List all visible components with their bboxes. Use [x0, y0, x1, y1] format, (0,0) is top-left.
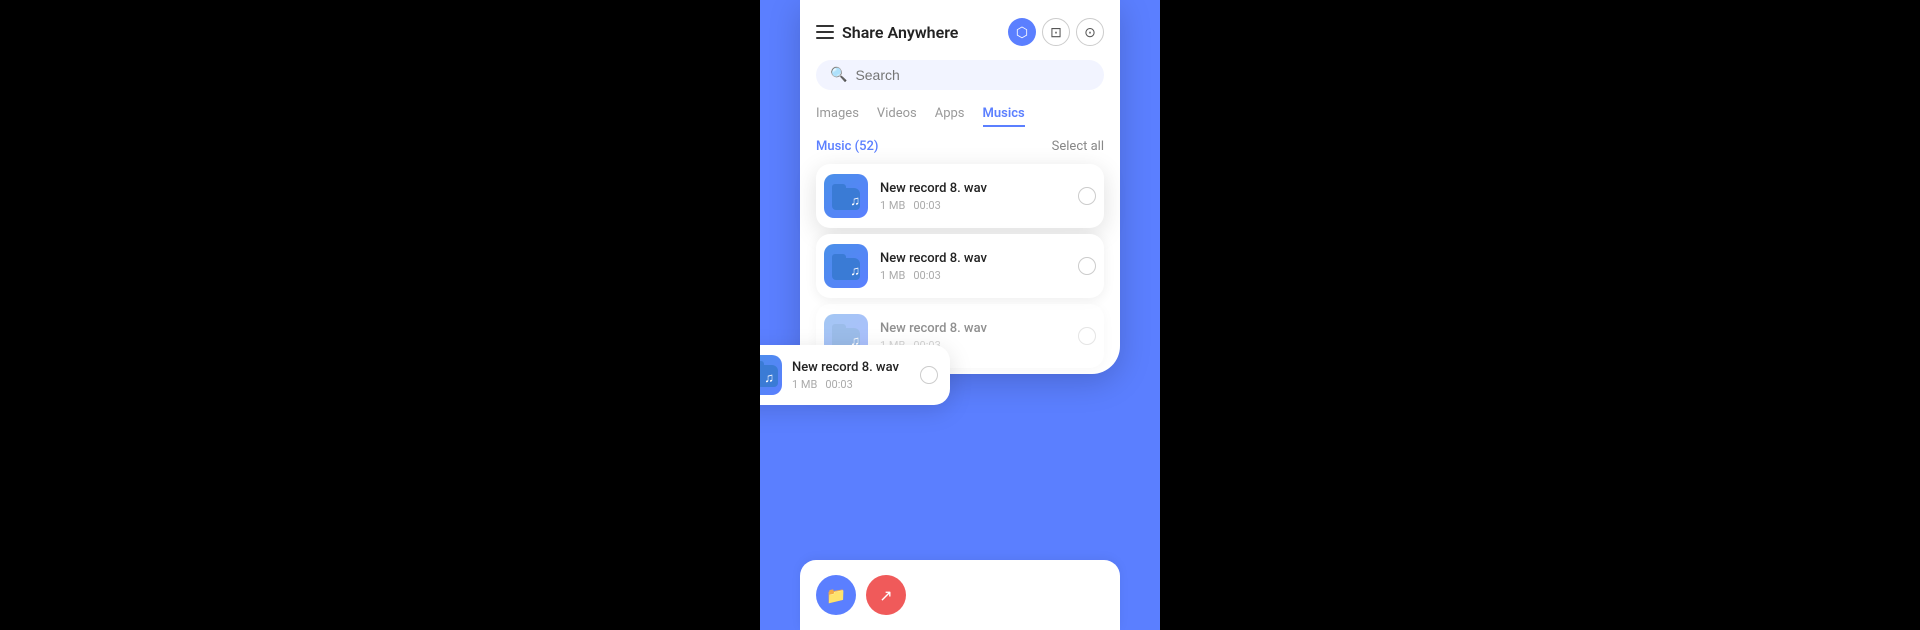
bottom-icon-2[interactable]: ↗ [866, 575, 906, 615]
header-left: Share Anywhere [816, 23, 958, 42]
floating-music-info: New record 8. wav 1 MB 00:03 [792, 360, 910, 391]
floating-music-duration: 00:03 [825, 378, 852, 391]
file-icon-1: ♫ [824, 174, 868, 218]
tab-musics[interactable]: Musics [983, 106, 1025, 127]
search-icon: 🔍 [830, 67, 847, 83]
app-header: Share Anywhere ⬡ ⊡ ⊙ [816, 18, 1104, 46]
music-name-3: New record 8. wav [880, 321, 1066, 336]
floating-card: ♫ New record 8. wav 1 MB 00:03 [760, 345, 950, 405]
nfc-icon-btn[interactable]: ⊡ [1042, 18, 1070, 46]
music-size-1: 1 MB [880, 199, 905, 212]
floating-file-icon: ♫ [760, 355, 782, 395]
radio-btn-1[interactable] [1078, 187, 1096, 205]
tabs-bar: Images Videos Apps Musics [816, 106, 1104, 127]
wifi-icon-btn[interactable]: ⊙ [1076, 18, 1104, 46]
radio-btn-3[interactable] [1078, 327, 1096, 345]
music-size-2: 1 MB [880, 269, 905, 282]
music-info-1: New record 8. wav 1 MB 00:03 [880, 181, 1066, 212]
music-duration-2: 00:03 [913, 269, 940, 282]
floating-music-meta: 1 MB 00:03 [792, 378, 910, 391]
header-icons: ⬡ ⊡ ⊙ [1008, 18, 1104, 46]
floating-music-name: New record 8. wav [792, 360, 910, 375]
music-name-2: New record 8. wav [880, 251, 1066, 266]
phone-card: Share Anywhere ⬡ ⊡ ⊙ 🔍 Images Videos App… [800, 0, 1120, 374]
tab-apps[interactable]: Apps [935, 106, 965, 127]
music-info-2: New record 8. wav 1 MB 00:03 [880, 251, 1066, 282]
music-name-1: New record 8. wav [880, 181, 1066, 196]
tab-videos[interactable]: Videos [877, 106, 917, 127]
bottom-icon-1[interactable]: 📁 [816, 575, 856, 615]
file-icon-2: ♫ [824, 244, 868, 288]
floating-radio-btn[interactable] [920, 366, 938, 384]
music-item-1[interactable]: ♫ New record 8. wav 1 MB 00:03 [816, 164, 1104, 228]
music-list: ♫ New record 8. wav 1 MB 00:03 ♫ [816, 164, 1104, 374]
search-input[interactable] [855, 67, 1090, 83]
music-count: Music (52) [816, 139, 878, 154]
bluetooth-icon-btn[interactable]: ⬡ [1008, 18, 1036, 46]
sub-header: Music (52) Select all [816, 139, 1104, 154]
bottom-partial: 📁 ↗ [800, 560, 1120, 630]
app-title: Share Anywhere [842, 23, 958, 42]
search-bar: 🔍 [816, 60, 1104, 90]
music-meta-2: 1 MB 00:03 [880, 269, 1066, 282]
select-all-btn[interactable]: Select all [1052, 139, 1104, 154]
radio-btn-2[interactable] [1078, 257, 1096, 275]
tab-images[interactable]: Images [816, 106, 859, 127]
share-icon: ↗ [879, 586, 892, 605]
menu-icon[interactable] [816, 25, 834, 39]
folder-icon: 📁 [826, 586, 846, 605]
music-meta-1: 1 MB 00:03 [880, 199, 1066, 212]
floating-music-size: 1 MB [792, 378, 817, 391]
music-duration-1: 00:03 [913, 199, 940, 212]
app-scene: Share Anywhere ⬡ ⊡ ⊙ 🔍 Images Videos App… [760, 0, 1160, 630]
music-item-2[interactable]: ♫ New record 8. wav 1 MB 00:03 [816, 234, 1104, 298]
